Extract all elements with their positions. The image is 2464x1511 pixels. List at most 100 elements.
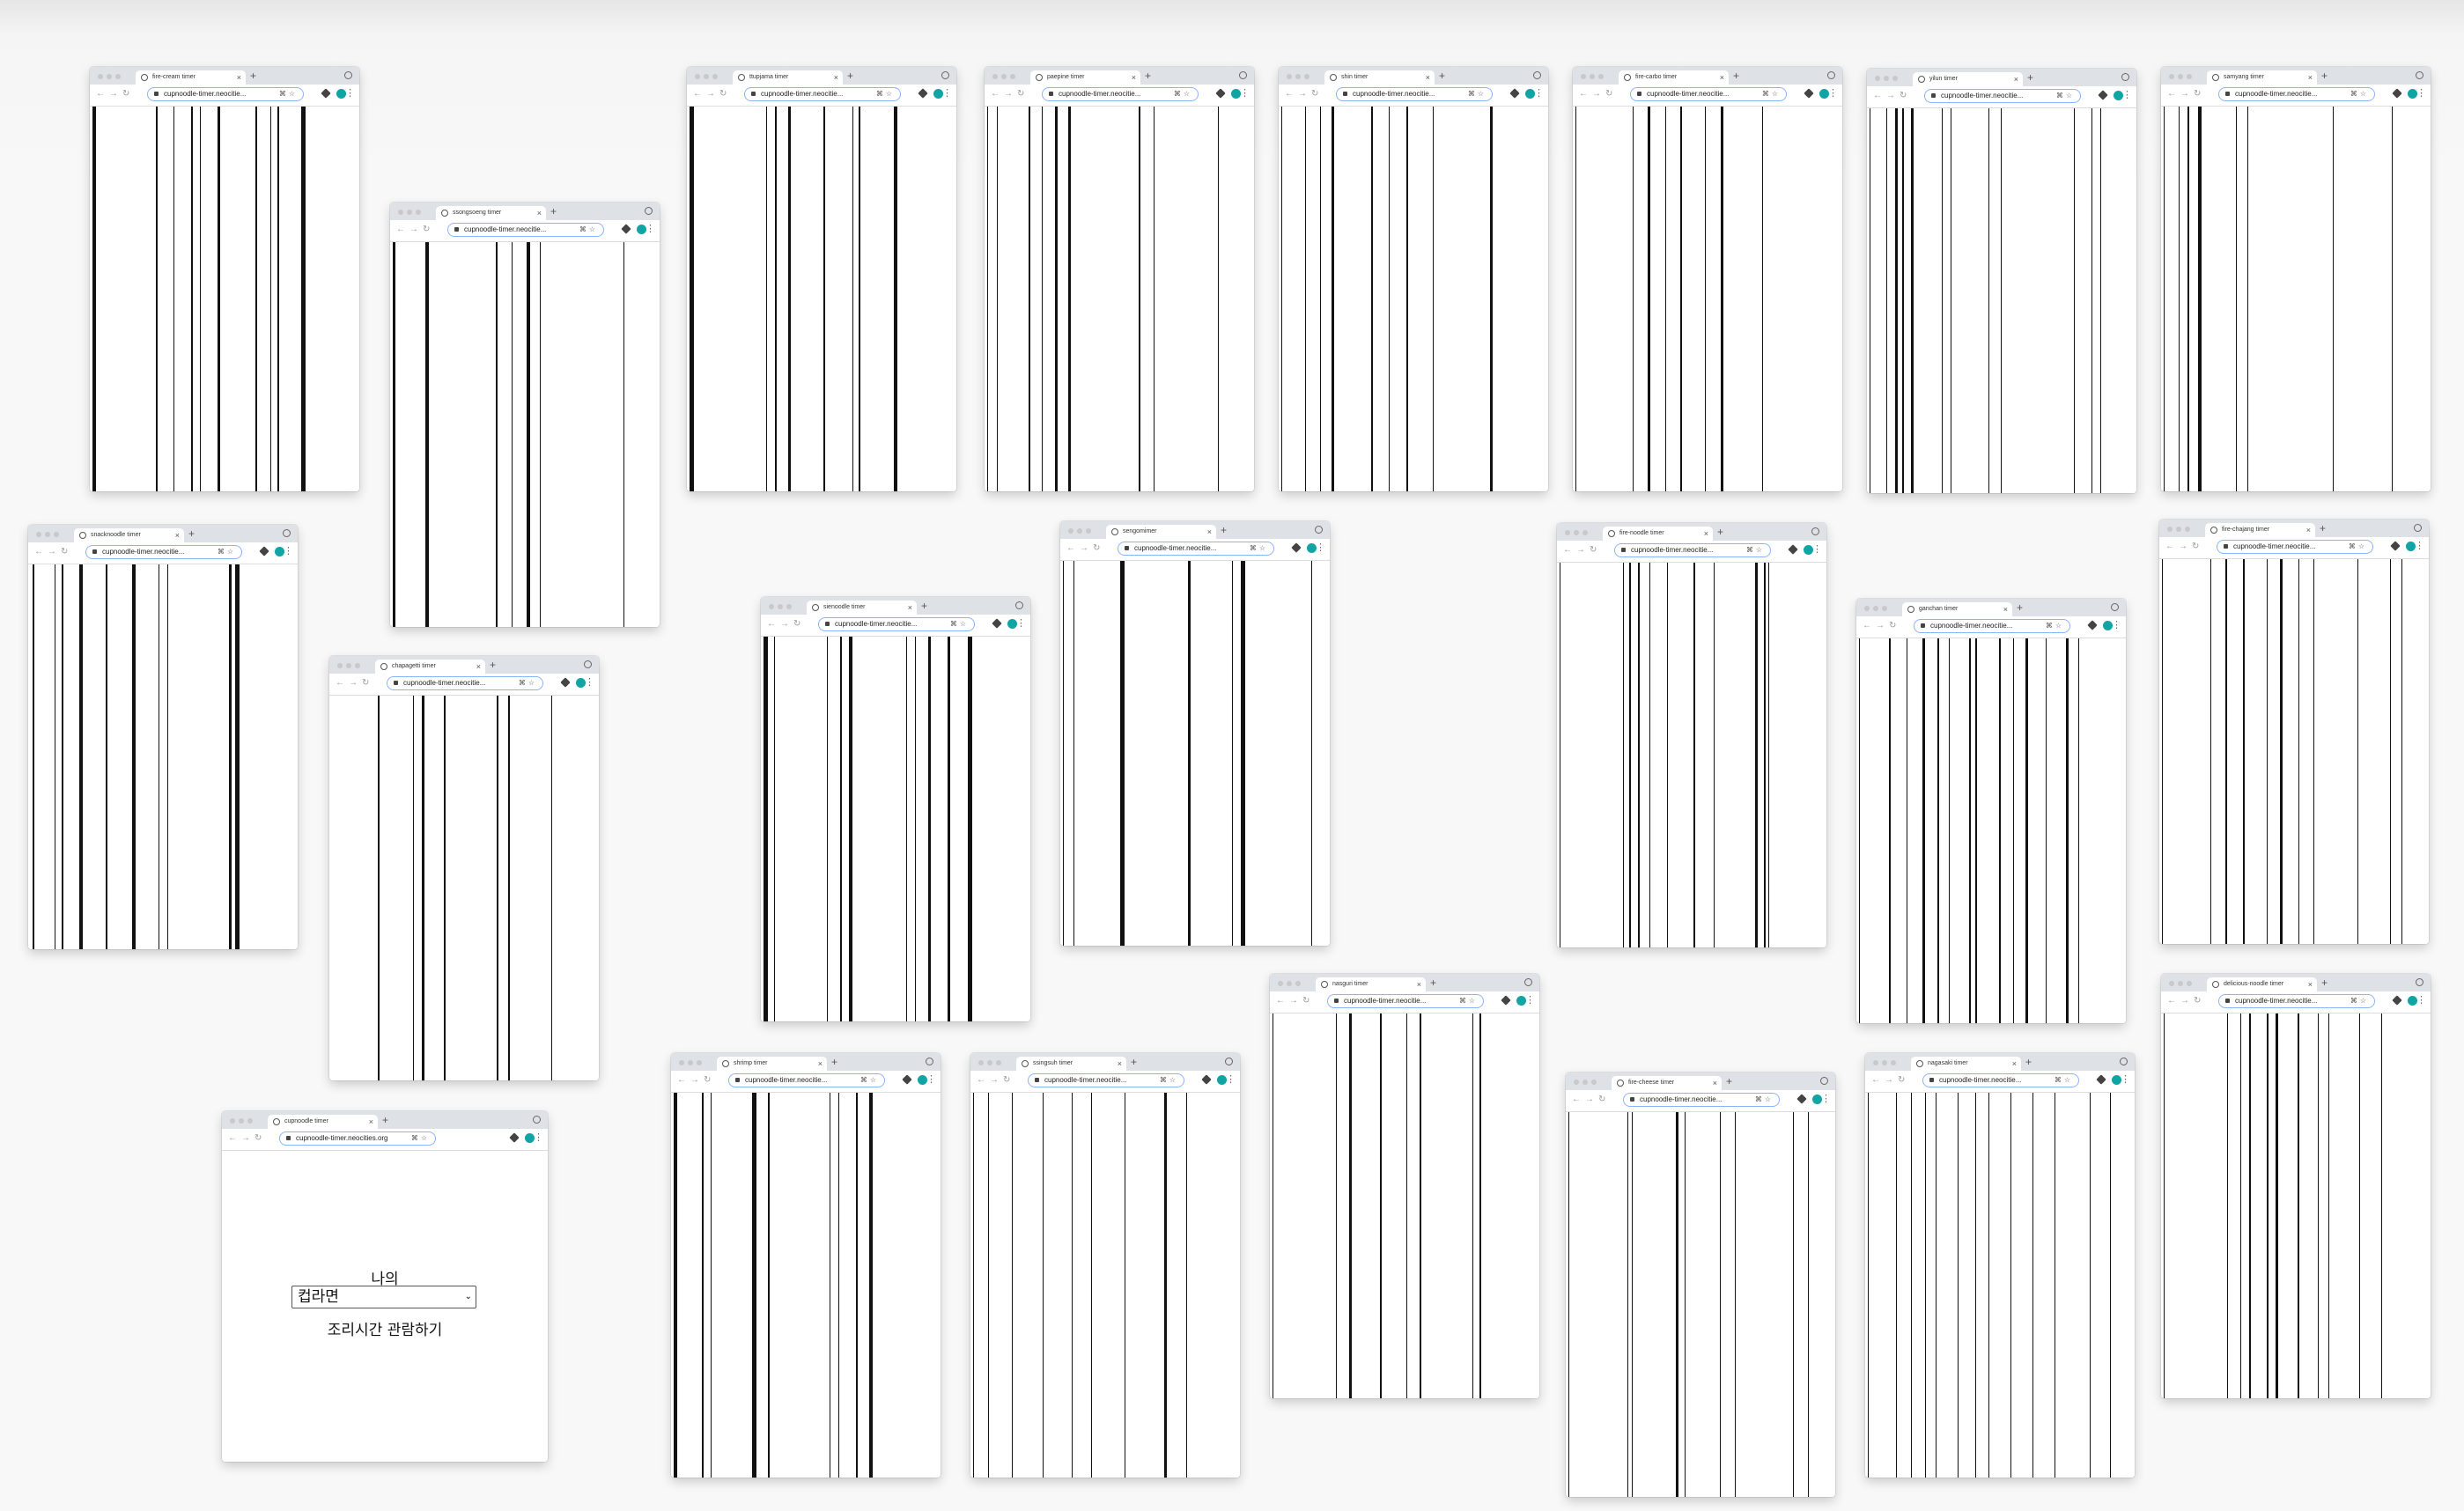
browser-window-5[interactable]: ttupjama timer × + ←→↻ cupnoodle-timer.neoci…: [687, 67, 956, 491]
bookmark-star-icon[interactable]: ⌘☆: [2056, 90, 2075, 101]
tab[interactable]: ssongsoeng timer ×: [436, 206, 546, 220]
browser-window-19[interactable]: ssingsuh timer × + ←→↻ cupnoodle-timer.neoci…: [970, 1053, 1240, 1478]
record-icon[interactable]: [344, 71, 352, 79]
nav-buttons[interactable]: ←→↻: [2167, 995, 2205, 1007]
address-bar[interactable]: cupnoodle-timer.neocitie... ⌘☆: [1614, 543, 1771, 557]
record-icon[interactable]: [283, 529, 291, 537]
menu-icon[interactable]: ⋮: [2416, 86, 2426, 100]
tab[interactable]: samyang timer ×: [2207, 70, 2317, 85]
bookmark-star-icon[interactable]: ⌘☆: [2349, 541, 2367, 552]
bookmark-star-icon[interactable]: ⌘☆: [950, 618, 969, 630]
browser-window-3[interactable]: snacknoodle timer × + ←→↻ cupnoodle-timer.ne…: [28, 525, 298, 949]
address-bar[interactable]: cupnoodle-timer.neocitie... ⌘☆: [1042, 87, 1199, 101]
extensions-icon[interactable]: [2087, 620, 2098, 630]
menu-icon[interactable]: ⋮: [534, 1131, 543, 1145]
record-icon[interactable]: [2416, 978, 2423, 986]
record-icon[interactable]: [1239, 71, 1247, 79]
new-tab-button[interactable]: +: [2017, 601, 2023, 614]
bookmark-star-icon[interactable]: ⌘☆: [2046, 620, 2064, 631]
browser-window-1[interactable]: fire-cream timer × + ←→↻ cupnoodle-timer.neo…: [90, 67, 359, 491]
menu-icon[interactable]: ⋮: [1240, 86, 1250, 100]
extensions-icon[interactable]: [1804, 88, 1814, 99]
record-icon[interactable]: [941, 71, 949, 79]
bookmark-star-icon[interactable]: ⌘☆: [1459, 995, 1478, 1006]
nav-buttons[interactable]: ←→↻: [2167, 88, 2205, 100]
close-icon[interactable]: ×: [1118, 1057, 1122, 1071]
tab[interactable]: nasguri timer ×: [1316, 977, 1426, 991]
nav-buttons[interactable]: ←→↻: [1066, 542, 1104, 555]
address-bar[interactable]: cupnoodle-timer.neocitie... ⌘☆: [2217, 540, 2373, 554]
close-icon[interactable]: ×: [476, 660, 481, 674]
browser-window-8[interactable]: fire-carbo timer × + ←→↻ cupnoodle-timer.neo…: [1573, 67, 1842, 491]
bookmark-star-icon[interactable]: ⌘☆: [1762, 88, 1781, 100]
close-icon[interactable]: ×: [369, 1115, 373, 1129]
extensions-icon[interactable]: [560, 677, 571, 688]
close-icon[interactable]: ×: [908, 601, 912, 615]
nav-buttons[interactable]: ←→↻: [396, 224, 434, 236]
close-icon[interactable]: ×: [2014, 72, 2018, 86]
nav-buttons[interactable]: ←→↻: [977, 1074, 1014, 1087]
menu-icon[interactable]: ⋮: [1821, 1092, 1831, 1106]
menu-icon[interactable]: ⋮: [585, 675, 594, 689]
browser-window-15[interactable]: fire-chajang timer × + ←→↻ cupnoodle-timer.n…: [2159, 520, 2429, 944]
new-tab-button[interactable]: +: [2321, 977, 2328, 989]
extensions-icon[interactable]: [2390, 541, 2401, 551]
bookmark-star-icon[interactable]: ⌘☆: [579, 224, 598, 235]
close-icon[interactable]: ×: [537, 206, 542, 220]
close-icon[interactable]: ×: [1713, 1076, 1717, 1090]
address-bar[interactable]: cupnoodle-timer.neocitie... ⌘☆: [728, 1073, 885, 1087]
record-icon[interactable]: [1827, 71, 1835, 79]
record-icon[interactable]: [2120, 1058, 2128, 1065]
tab[interactable]: ssingsuh timer ×: [1016, 1057, 1126, 1071]
record-icon[interactable]: [926, 1058, 933, 1065]
new-tab-button[interactable]: +: [188, 527, 195, 540]
address-bar[interactable]: cupnoodle-timer.neocitie... ⌘☆: [2218, 994, 2375, 1008]
extensions-icon[interactable]: [918, 88, 928, 99]
record-icon[interactable]: [1315, 526, 1323, 534]
close-icon[interactable]: ×: [1720, 70, 1724, 85]
address-bar[interactable]: cupnoodle-timer.neocitie... ⌘☆: [1028, 1073, 1184, 1087]
extensions-icon[interactable]: [321, 88, 331, 99]
browser-window-11[interactable]: sengomimer × + ←→↻ cupnoodle-timer.neocitie.…: [1060, 521, 1330, 946]
bookmark-star-icon[interactable]: ⌘☆: [1174, 88, 1192, 100]
extensions-icon[interactable]: [509, 1132, 520, 1143]
new-tab-button[interactable]: +: [831, 1056, 837, 1068]
close-icon[interactable]: ×: [2003, 602, 2008, 616]
menu-icon[interactable]: ⋮: [1828, 86, 1838, 100]
new-tab-button[interactable]: +: [1221, 524, 1227, 536]
tab[interactable]: shrimp timer ×: [717, 1057, 827, 1071]
tab[interactable]: fire-chajang timer ×: [2205, 523, 2315, 537]
browser-window-7[interactable]: shin timer × + ←→↻ cupnoodle-timer.neocitie.…: [1279, 67, 1548, 491]
extensions-icon[interactable]: [1291, 542, 1302, 553]
address-bar[interactable]: cupnoodle-timer.neocitie... ⌘☆: [1623, 1093, 1780, 1107]
tab[interactable]: paepine timer ×: [1030, 70, 1140, 85]
browser-window-4[interactable]: chapagetti timer × + ←→↻ cupnoodle-timer.neo…: [329, 656, 599, 1080]
record-icon[interactable]: [1533, 71, 1541, 79]
address-bar[interactable]: cupnoodle-timer.neocitie... ⌘☆: [447, 223, 604, 237]
extensions-icon[interactable]: [621, 224, 631, 234]
close-icon[interactable]: ×: [1417, 977, 1421, 991]
tab[interactable]: fire-cream timer ×: [136, 70, 246, 85]
address-bar[interactable]: cupnoodle-timer.neocitie... ⌘☆: [147, 87, 304, 101]
nav-buttons[interactable]: ←→↻: [228, 1132, 266, 1145]
nav-buttons[interactable]: ←→↻: [1579, 88, 1617, 100]
bookmark-star-icon[interactable]: ⌘☆: [1250, 542, 1268, 554]
new-tab-button[interactable]: +: [1439, 70, 1445, 82]
tab[interactable]: delicious-noodle timer ×: [2207, 977, 2317, 991]
new-tab-button[interactable]: +: [250, 70, 256, 82]
extensions-icon[interactable]: [1796, 1094, 1807, 1104]
menu-icon[interactable]: ⋮: [2416, 993, 2426, 1007]
nav-buttons[interactable]: ←→↻: [693, 88, 731, 100]
nav-buttons[interactable]: ←→↻: [1873, 90, 1911, 102]
extensions-icon[interactable]: [259, 546, 269, 556]
bookmark-star-icon[interactable]: ⌘☆: [2350, 995, 2369, 1006]
bookmark-star-icon[interactable]: ⌘☆: [2350, 88, 2369, 100]
record-icon[interactable]: [1524, 978, 1532, 986]
record-icon[interactable]: [645, 207, 653, 215]
tab[interactable]: nagasaki timer ×: [1911, 1057, 2021, 1071]
close-icon[interactable]: ×: [834, 70, 838, 85]
new-tab-button[interactable]: +: [2320, 522, 2326, 534]
browser-window-17[interactable]: nasguri timer × + ←→↻ cupnoodle-timer.neocit…: [1270, 974, 1539, 1398]
address-bar[interactable]: cupnoodle-timer.neocitie... ⌘☆: [1336, 87, 1493, 101]
record-icon[interactable]: [2416, 71, 2423, 79]
